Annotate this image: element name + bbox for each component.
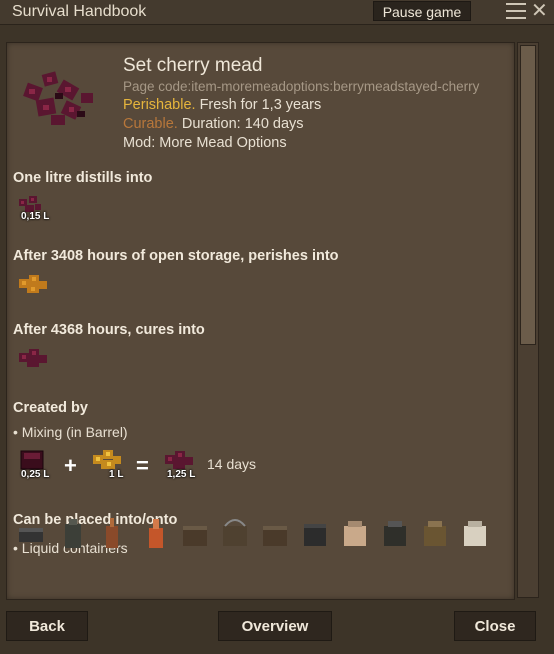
ingredient-2-qty: 1 L [109,469,124,480]
page-code: Page code:item-moremeadoptions:berrymead… [123,79,480,94]
perishable-line: Perishable. Fresh for 1,3 years [123,97,321,113]
close-icon[interactable]: ✕ [531,1,548,21]
crock-icon[interactable] [380,516,410,550]
created-by-heading: Created by [13,400,88,416]
overview-button[interactable]: Overview [218,611,332,641]
perished-item-slot[interactable] [15,271,55,305]
cures-heading: After 4368 hours, cures into [13,322,205,338]
bucket-icon[interactable] [220,516,250,550]
cherry-mead-icon [23,71,93,125]
curable-label: Curable. [123,116,178,132]
mix-duration: 14 days [207,456,257,472]
pause-game-button[interactable]: Pause game [373,1,471,21]
plus-sign: + [64,453,77,478]
lantern-flask-icon[interactable] [141,516,171,550]
title-bar: Survival Handbook Pause game ✕ [0,0,554,25]
close-button[interactable]: Close [454,611,536,641]
back-button[interactable]: Back [6,611,88,641]
item-title: Set cherry mead [123,55,263,76]
hamburger-menu-icon[interactable] [506,3,526,21]
result-qty: 1,25 L [167,469,196,480]
cured-item-slot[interactable] [15,345,55,379]
jug-icon[interactable] [340,516,370,550]
result-slot[interactable]: 1,25 L [161,447,201,481]
distill-qty: 0,15 L [21,211,50,222]
scroll-thumb[interactable] [520,45,536,345]
barrel-icon[interactable] [260,516,290,550]
ingredient-2-slot[interactable]: 1 L [89,447,129,481]
ingredient-1-slot[interactable]: 0,25 L [15,447,55,481]
ingredient-1-qty: 0,25 L [21,469,50,480]
flask-icon[interactable] [58,516,88,550]
scrollbar[interactable] [517,42,539,598]
mod-line: Mod: More Mead Options [123,135,287,151]
crock-icon[interactable] [460,516,490,550]
fresh-duration: Fresh for 1,3 years [199,97,322,113]
window-title: Survival Handbook [12,3,147,20]
distilled-item-slot[interactable]: 0,15 L [15,193,55,227]
bowl-icon[interactable] [16,516,46,550]
rot-icon [19,275,47,293]
pot-icon[interactable] [300,516,330,550]
crock-icon[interactable] [420,516,450,550]
still-icon[interactable] [97,516,127,550]
cured-mead-icon [19,349,47,367]
perishes-heading: After 3408 hours of open storage, perish… [13,248,339,264]
mixing-method: • Mixing (in Barrel) [13,424,128,440]
perishable-label: Perishable. [123,97,196,113]
curable-line: Curable. Duration: 140 days [123,116,304,132]
equals-sign: = [136,453,149,478]
distills-heading: One litre distills into [13,170,153,186]
barrel-icon[interactable] [180,516,210,550]
cure-duration: Duration: 140 days [181,116,304,132]
